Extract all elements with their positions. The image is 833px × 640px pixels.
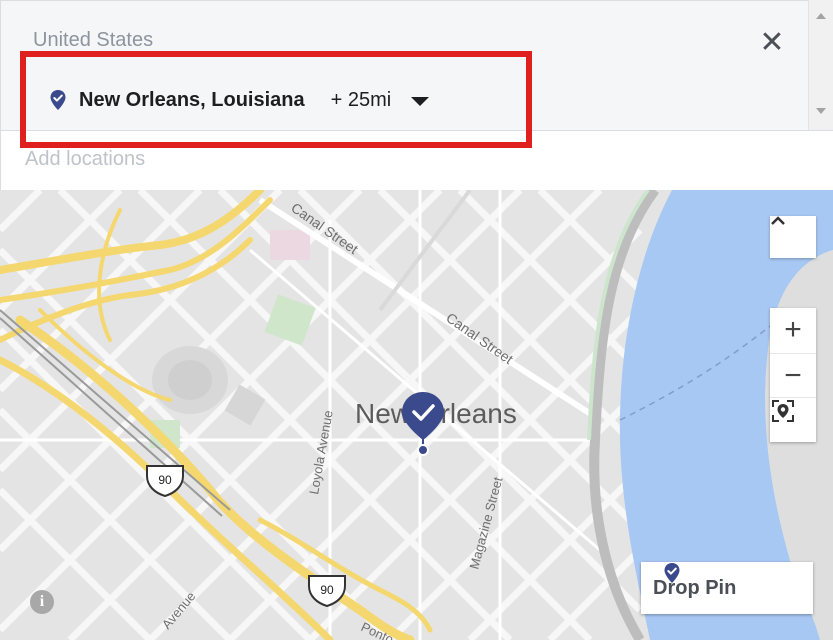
- location-name: New Orleans, Louisiana: [79, 88, 305, 111]
- add-locations-field[interactable]: [0, 130, 833, 190]
- add-locations-input[interactable]: [25, 139, 725, 179]
- map-view[interactable]: 90 90 Canal Street Canal Street Loyola A…: [0, 190, 833, 640]
- location-pin-icon: [664, 563, 680, 583]
- location-targeting-panel: United States ✕ New Orleans, Louisiana +…: [0, 0, 833, 640]
- target-pin-icon[interactable]: [770, 397, 816, 442]
- location-pin-icon: [50, 90, 66, 110]
- drop-pin-button[interactable]: Drop Pin: [641, 562, 813, 614]
- zoom-in-button[interactable]: +: [770, 308, 816, 352]
- radius-selector[interactable]: + 25mi: [331, 89, 392, 112]
- svg-text:90: 90: [320, 583, 334, 597]
- info-icon[interactable]: i: [30, 590, 54, 614]
- chevron-up-icon[interactable]: [770, 216, 816, 258]
- zoom-controls: + −: [770, 308, 816, 442]
- selected-location-item[interactable]: New Orleans, Louisiana + 25mi: [49, 85, 430, 115]
- close-icon[interactable]: ✕: [757, 26, 787, 59]
- country-label: United States: [33, 29, 154, 51]
- zoom-out-button[interactable]: −: [770, 353, 816, 398]
- scroll-up-arrow-icon[interactable]: [816, 13, 826, 19]
- caret-down-icon[interactable]: [411, 97, 430, 106]
- scroll-down-arrow-icon[interactable]: [816, 108, 826, 114]
- svg-text:90: 90: [158, 473, 172, 487]
- scrollbar[interactable]: [808, 0, 833, 130]
- selected-locations-area: United States ✕ New Orleans, Louisiana +…: [0, 0, 809, 131]
